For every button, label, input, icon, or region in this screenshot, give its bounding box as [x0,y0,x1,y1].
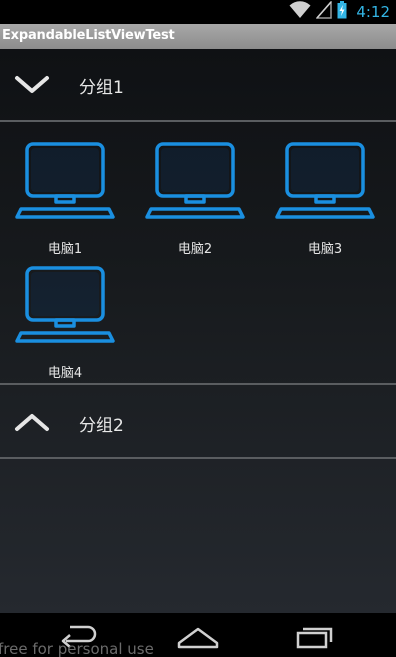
child-label: 电脑3 [307,242,343,257]
child-item-computer-3[interactable]: 电脑3 [273,139,377,259]
child-label: 电脑4 [47,366,83,381]
expandable-list[interactable]: 分组1 电脑1 电脑2 电脑3 电脑4 分组2 [0,49,396,613]
status-time: 4:12 [356,3,390,21]
chevron-up-icon [14,410,50,434]
group-row-2[interactable]: 分组2 [0,387,396,457]
group-divider-2 [0,457,396,459]
status-icons: 4:12 [289,0,390,23]
child-item-computer-1[interactable]: 电脑1 [13,139,117,259]
title-bar: ExpandableListViewTest [0,24,396,49]
child-label: 电脑2 [177,242,213,257]
group-divider-2-top [0,383,396,385]
group-label-2: 分组2 [79,416,124,436]
watermark-text: free for personal use [0,640,154,657]
child-label: 电脑1 [47,242,83,257]
group-divider-1 [0,120,396,122]
chevron-down-icon [14,72,50,96]
child-item-computer-2[interactable]: 电脑2 [143,139,247,259]
wifi-icon [289,1,311,23]
home-icon[interactable] [176,621,220,649]
recent-apps-icon[interactable] [294,621,338,649]
group-row-1[interactable]: 分组1 [0,49,396,119]
group-label-1: 分组1 [79,78,124,98]
status-bar: 4:12 [0,0,396,24]
screen: 4:12 ExpandableListViewTest 分组1 电脑1 电脑2 … [0,0,396,657]
signal-icon [315,0,333,23]
battery-icon [337,1,347,23]
app-title: ExpandableListViewTest [2,28,175,43]
child-item-computer-4[interactable]: 电脑4 [13,263,117,383]
